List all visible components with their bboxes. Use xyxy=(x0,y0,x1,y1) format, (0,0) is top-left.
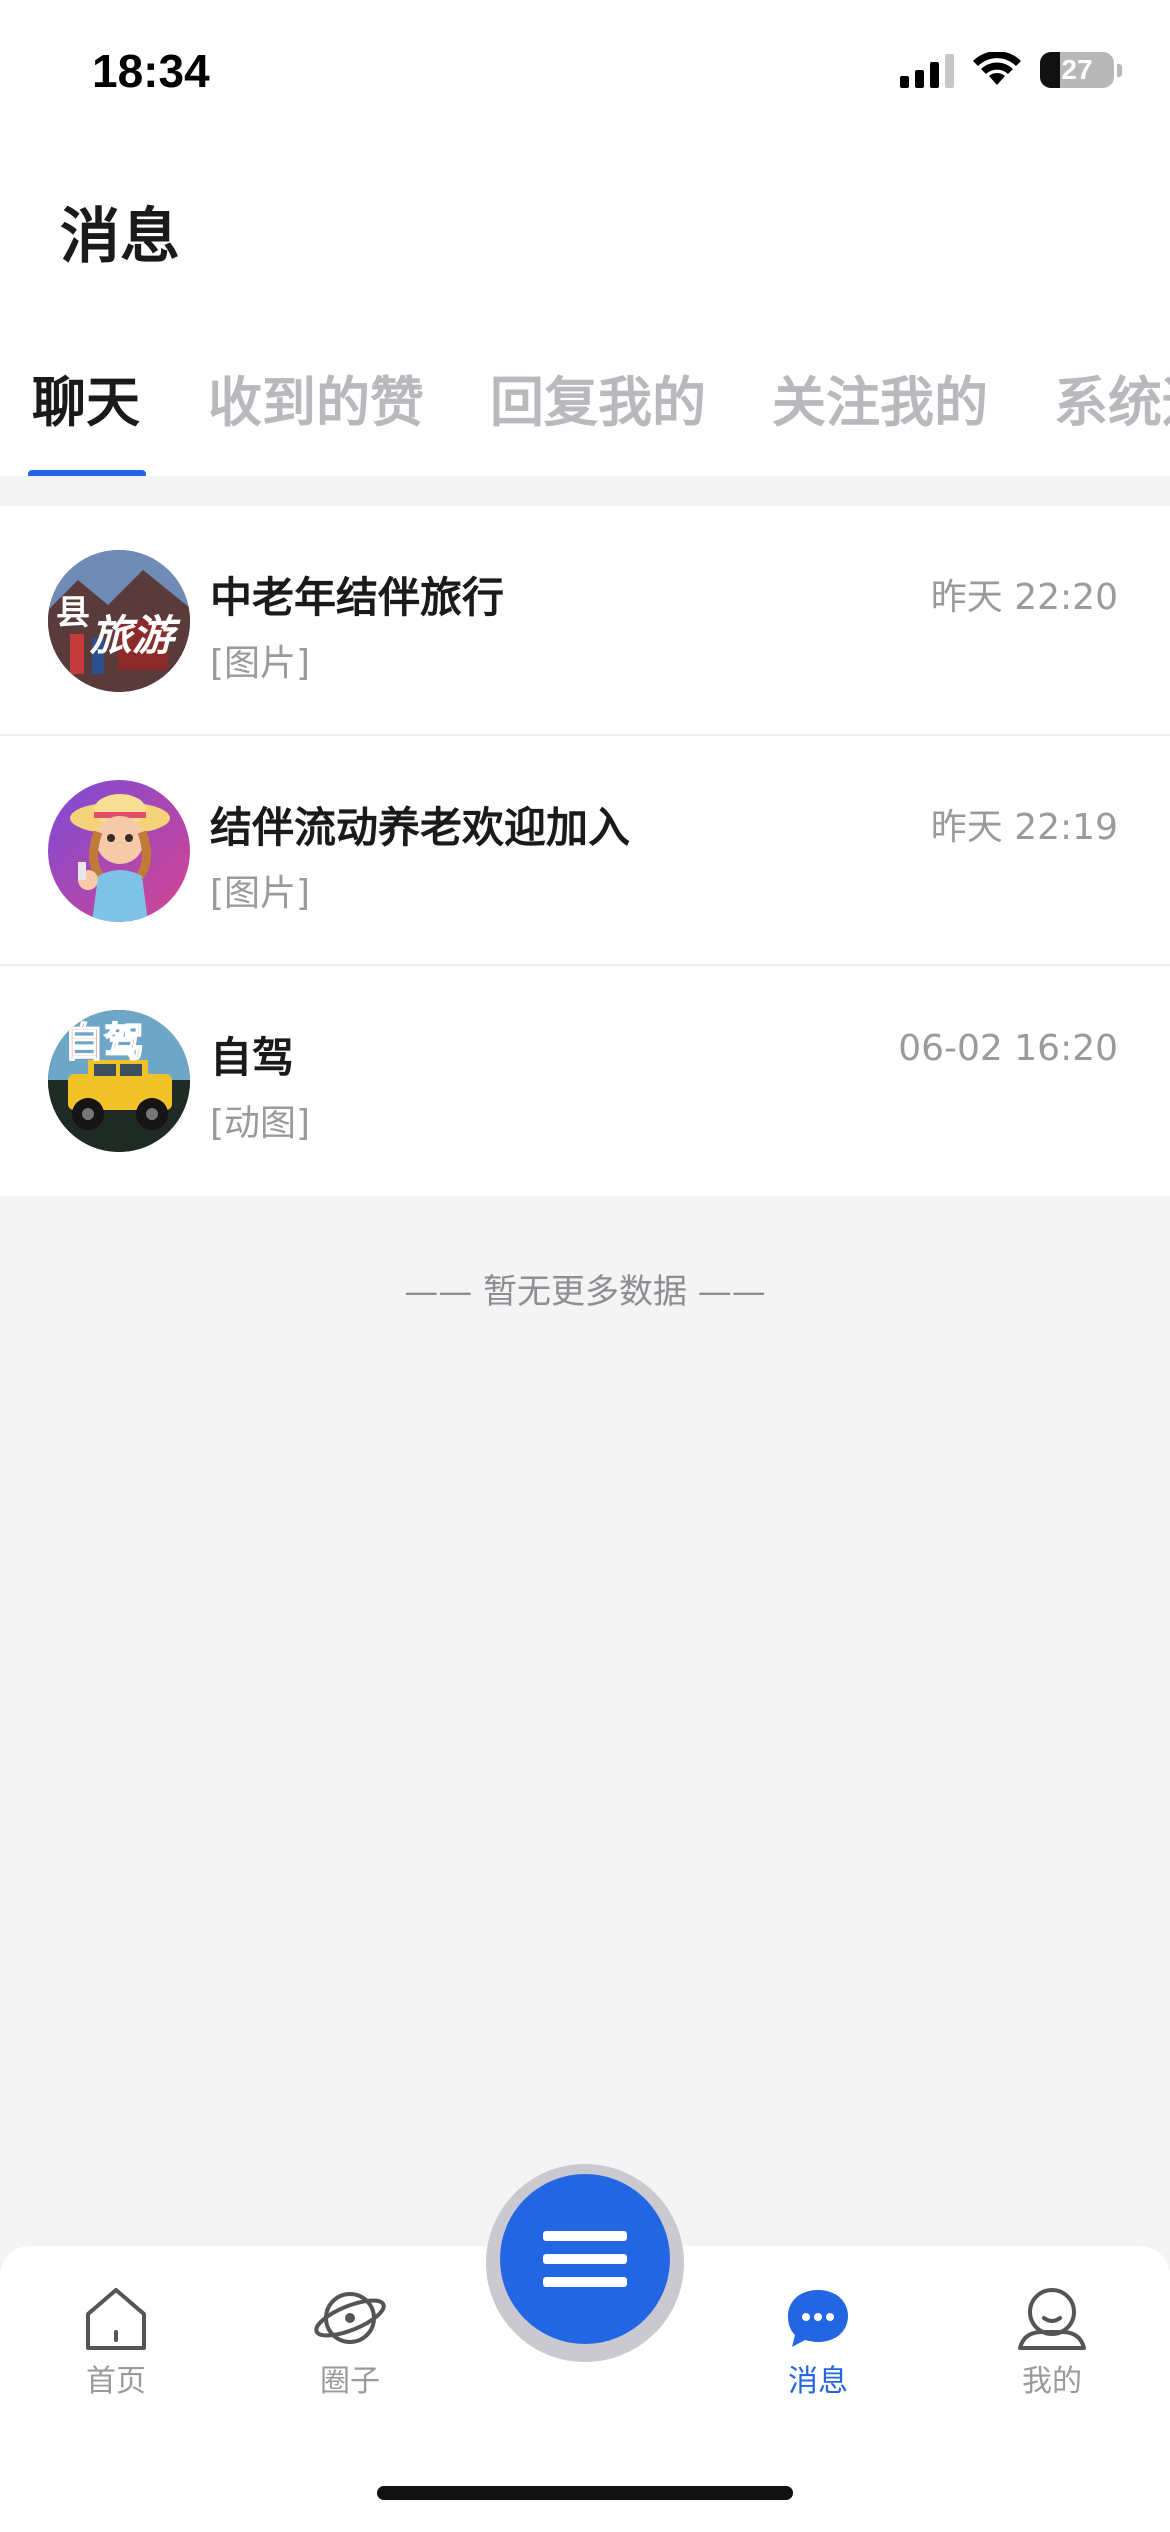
chat-time: 昨天 22:20 xyxy=(930,577,1118,618)
chat-name: 结伴流动养老欢迎加入 xyxy=(210,803,631,852)
nav-circle[interactable]: 圈子 xyxy=(275,2284,425,2400)
chat-list: 县 旅游 中老年结伴旅行 [图片] 昨天 22:20 结伴流动养老欢迎加入 [图… xyxy=(0,506,1170,1196)
chat-name: 中老年结伴旅行 xyxy=(210,573,505,622)
status-time: 18:34 xyxy=(92,45,210,97)
chat-bubble-icon xyxy=(788,2290,848,2347)
nav-messages[interactable]: 消息 xyxy=(743,2284,893,2400)
nav-profile-label: 我的 xyxy=(1022,2364,1082,2399)
wifi-icon xyxy=(973,52,1021,85)
chat-preview: [动图] xyxy=(210,1103,311,1144)
tab-likes-received[interactable]: 收到的赞 xyxy=(208,358,424,437)
chat-item-travel-group[interactable]: 县 旅游 中老年结伴旅行 [图片] 昨天 22:20 xyxy=(0,506,1170,736)
tab-followers[interactable]: 关注我的 xyxy=(772,358,988,437)
nav-home[interactable]: 首页 xyxy=(41,2284,191,2400)
chat-preview: [图片] xyxy=(210,643,311,684)
status-icons: 27 xyxy=(900,52,1122,88)
chat-name: 自驾 xyxy=(210,1033,295,1082)
page-title: 消息 xyxy=(60,202,180,272)
house-icon xyxy=(86,2288,146,2350)
status-bar: 18:34 27 xyxy=(0,0,1170,150)
tab-replies[interactable]: 回复我的 xyxy=(490,358,706,437)
battery-level: 27 xyxy=(1061,54,1093,85)
person-icon xyxy=(1018,2288,1086,2350)
cartoon-girl-avatar xyxy=(48,780,190,922)
chat-preview: [图片] xyxy=(210,873,311,914)
header: 消息 聊天 收到的赞 回复我的 关注我的 系统通知 xyxy=(0,150,1170,476)
active-tab-indicator xyxy=(28,470,146,476)
chat-item-elderly-travel[interactable]: 结伴流动养老欢迎加入 [图片] 昨天 22:19 xyxy=(0,736,1170,966)
avatar-text-county: 县 xyxy=(56,593,90,633)
avatar-text-self-drive: 自驾 xyxy=(64,1019,144,1066)
tab-chat[interactable]: 聊天 xyxy=(32,358,140,437)
chat-item-self-drive[interactable]: 自驾 自驾 [动图] 06-02 16:20 xyxy=(0,966,1170,1196)
home-indicator xyxy=(377,2486,793,2500)
tab-system-notices[interactable]: 系统通知 xyxy=(1054,358,1170,437)
travel-group-avatar: 县 旅游 xyxy=(48,550,190,692)
planet-icon xyxy=(314,2292,386,2344)
nav-profile[interactable]: 我的 xyxy=(977,2284,1127,2400)
nav-home-label: 首页 xyxy=(86,2364,146,2399)
cellular-signal-icon xyxy=(900,52,954,88)
menu-icon xyxy=(543,2231,627,2241)
chat-time: 06-02 16:20 xyxy=(898,1028,1118,1069)
nav-messages-label: 消息 xyxy=(788,2364,848,2399)
jeep-avatar: 自驾 xyxy=(48,1010,190,1152)
center-menu-button[interactable] xyxy=(500,2174,670,2344)
nav-circle-label: 圈子 xyxy=(320,2364,380,2399)
avatar-text-travel: 旅游 xyxy=(89,611,181,660)
battery-icon: 27 xyxy=(1040,52,1122,88)
chat-time: 昨天 22:19 xyxy=(930,807,1118,848)
list-end-notice: —— 暂无更多数据 —— xyxy=(404,1272,766,1312)
message-tabs: 聊天 收到的赞 回复我的 关注我的 系统通知 xyxy=(0,350,1170,476)
